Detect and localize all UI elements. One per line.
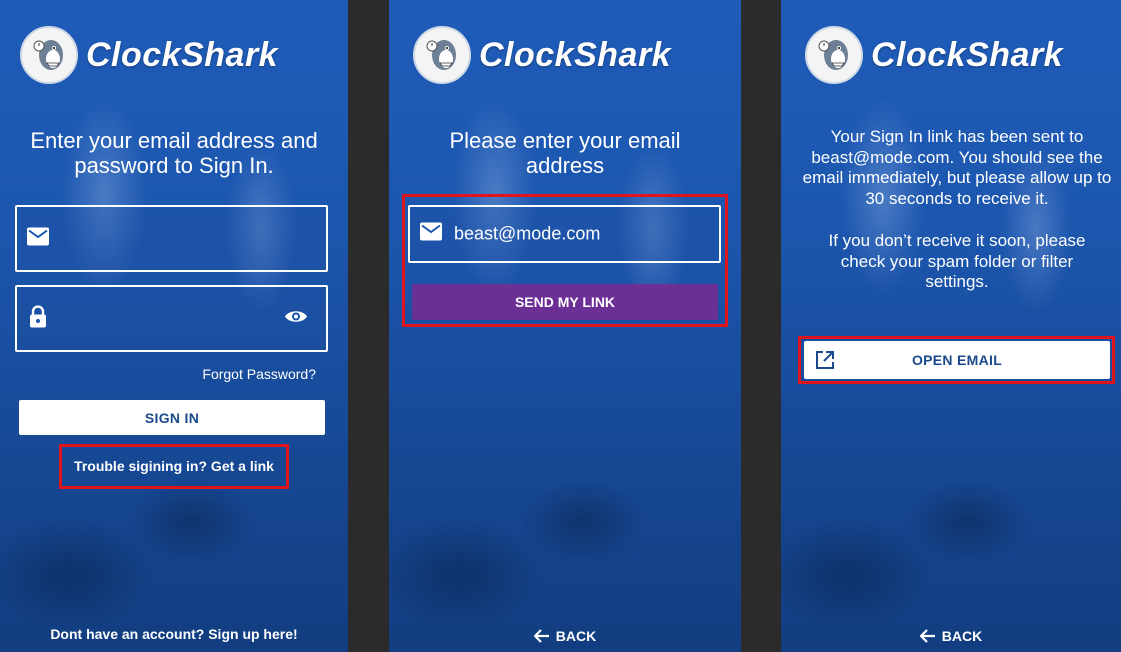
shark-logo-icon [805, 26, 863, 84]
forgot-password-link[interactable]: Forgot Password? [202, 366, 316, 382]
page-heading: Enter your email address and password to… [30, 128, 318, 178]
spam-folder-message: If you don’t receive it soon, please che… [828, 231, 1086, 291]
signin-screen: ClockShark Enter your email address and … [0, 0, 348, 652]
brand-name: ClockShark [871, 35, 1064, 74]
link-sent-screen: ClockShark Your Sign In link has been se… [781, 0, 1121, 652]
arrow-left-icon [533, 629, 549, 643]
signup-link[interactable]: Dont have an account? Sign up here! [0, 626, 348, 642]
arrow-left-icon [919, 629, 935, 643]
email-link-screen: ClockShark Please enter your email addre… [389, 0, 741, 652]
eye-icon[interactable] [284, 308, 308, 329]
mail-icon [420, 222, 442, 246]
email-field[interactable] [15, 205, 328, 272]
open-email-button[interactable]: OPEN EMAIL [804, 341, 1110, 379]
page-heading: Please enter your email address [449, 128, 681, 178]
back-label: BACK [555, 628, 597, 644]
sent-message: Your Sign In link has been sent to beast… [802, 127, 1112, 208]
brand-logo: ClockShark [805, 26, 1063, 84]
email-value: beast@mode.com [454, 223, 601, 244]
brand-name: ClockShark [86, 35, 279, 74]
email-field[interactable]: beast@mode.com [408, 205, 721, 263]
get-link-button[interactable]: Trouble sigining in? Get a link [60, 458, 288, 474]
brand-logo: ClockShark [20, 26, 278, 84]
password-field[interactable] [15, 285, 328, 352]
shark-logo-icon [20, 26, 78, 84]
back-label: BACK [941, 628, 983, 644]
shark-logo-icon [413, 26, 471, 84]
send-my-link-button[interactable]: SEND MY LINK [412, 284, 718, 320]
open-external-icon [815, 350, 835, 373]
lock-icon [29, 304, 47, 332]
mail-icon [27, 227, 49, 250]
brand-logo: ClockShark [413, 26, 671, 84]
back-button[interactable]: BACK [389, 628, 741, 644]
back-button[interactable]: BACK [781, 628, 1121, 644]
sign-in-button[interactable]: SIGN IN [19, 400, 325, 435]
brand-name: ClockShark [479, 35, 672, 74]
open-email-label: OPEN EMAIL [911, 352, 1003, 368]
